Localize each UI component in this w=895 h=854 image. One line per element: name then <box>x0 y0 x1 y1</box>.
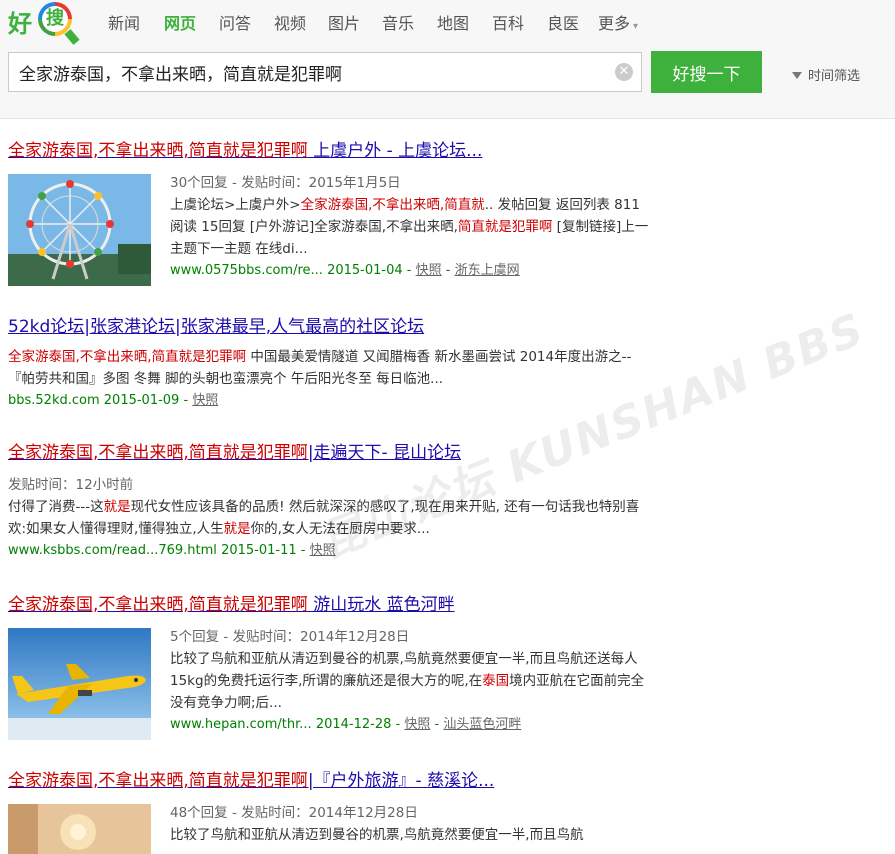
result-url: www.0575bbs.com/re... 2015-01-04 - 快照 - … <box>170 263 520 278</box>
result-meta: 48个回复 - 发贴时间：2014年12月28日 <box>170 805 418 821</box>
result-title-link[interactable]: 52kd论坛|张家港论坛|张家港最早,人气最高的社区论坛 <box>8 314 424 340</box>
nav-qa[interactable]: 问答 <box>219 10 251 34</box>
cache-link[interactable]: 快照 <box>404 717 430 732</box>
result-title-link[interactable]: 全家游泰国,不拿出来晒,简直就是犯罪啊|走遍天下- 昆山论坛 <box>8 440 461 466</box>
nav-web[interactable]: 网页 <box>164 10 196 34</box>
nav-baike[interactable]: 百科 <box>492 10 524 34</box>
search-box: ✕ <box>8 52 642 92</box>
result-title-link[interactable]: 全家游泰国,不拿出来晒,简直就是犯罪啊 上虞户外 - 上虞论坛... <box>8 138 482 164</box>
result-title-link[interactable]: 全家游泰国,不拿出来晒,简直就是犯罪啊|『户外旅游』- 慈溪论... <box>8 768 494 794</box>
nav-video[interactable]: 视频 <box>274 10 306 34</box>
result-title-link[interactable]: 全家游泰国,不拿出来晒,简直就是犯罪啊 游山玩水 蓝色河畔 <box>8 592 455 618</box>
airplane-thumbnail[interactable] <box>8 628 151 740</box>
result-meta: 30个回复 - 发贴时间：2015年1月5日 <box>170 175 401 191</box>
haosou-logo[interactable]: 好 搜 <box>8 2 80 45</box>
result-url: www.hepan.com/thr... 2014-12-28 - 快照 - 汕… <box>170 717 522 732</box>
result-snippet: 全家游泰国,不拿出来晒,简直就是犯罪啊 中国最美爱情隧道 又闻腊梅香 新水墨画尝… <box>8 349 632 387</box>
result-snippet: 比较了鸟航和亚航从清迈到曼谷的机票,鸟航竟然要便宜一半,而且鸟航还送每人15kg… <box>170 651 645 711</box>
nav-news[interactable]: 新闻 <box>108 10 140 34</box>
result-snippet: 上虞论坛>上虞户外>全家游泰国,不拿出来晒,简直就.. 发帖回复 返回列表 81… <box>170 197 649 257</box>
ferris-wheel-thumbnail[interactable] <box>8 174 151 286</box>
interior-thumbnail[interactable] <box>8 804 151 854</box>
result-meta: 5个回复 - 发贴时间：2014年12月28日 <box>170 629 410 645</box>
nav-liangyi[interactable]: 良医 <box>547 10 579 34</box>
cache-link[interactable]: 快照 <box>416 263 442 278</box>
search-input[interactable] <box>9 53 609 91</box>
time-filter[interactable]: 时间筛选 <box>792 65 860 84</box>
site-link[interactable]: 浙东上虞网 <box>455 263 520 278</box>
result-snippet: 比较了鸟航和亚航从清迈到曼谷的机票,鸟航竟然要便宜一半,而且鸟航 <box>170 827 584 843</box>
header: 好 搜 新闻 网页 问答 视频 图片 音乐 地图 百科 良医 更多 ✕ 好搜一下… <box>0 0 895 119</box>
nav-map[interactable]: 地图 <box>437 10 469 34</box>
logo-hao: 好 <box>8 10 32 38</box>
clear-icon[interactable]: ✕ <box>615 63 633 81</box>
nav-music[interactable]: 音乐 <box>382 10 414 34</box>
filter-icon <box>792 72 802 79</box>
nav-images[interactable]: 图片 <box>328 10 360 34</box>
result-url: bbs.52kd.com 2015-01-09 - 快照 <box>8 393 219 408</box>
site-link[interactable]: 汕头蓝色河畔 <box>443 717 521 732</box>
cache-link[interactable]: 快照 <box>192 393 218 408</box>
nav-more[interactable]: 更多 <box>598 10 638 34</box>
search-button[interactable]: 好搜一下 <box>651 51 762 93</box>
